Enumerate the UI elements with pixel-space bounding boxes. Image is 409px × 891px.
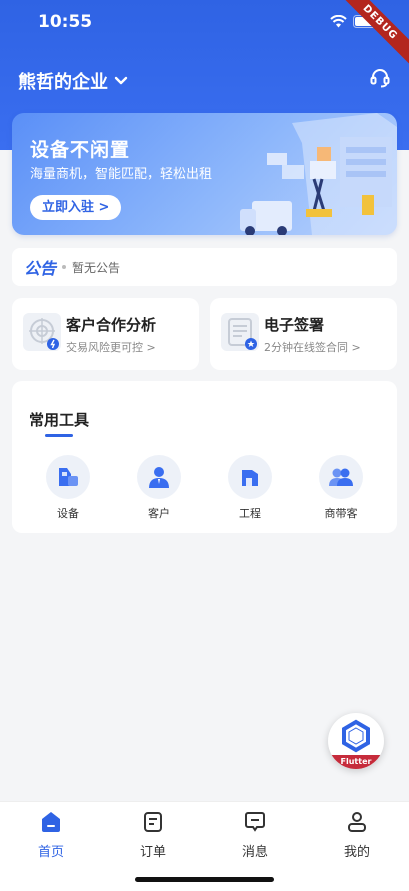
customer-analysis-card[interactable]: 客户合作分析 交易风险更可控 > xyxy=(12,298,199,370)
status-time: 10:55 xyxy=(38,12,93,32)
company-selector[interactable]: 熊哲的企业 xyxy=(18,68,128,94)
tool-customer[interactable]: 客户 xyxy=(124,455,194,521)
warehouse-illustration xyxy=(240,113,397,235)
profile-icon xyxy=(348,812,366,832)
tool-equipment[interactable]: 设备 xyxy=(33,455,103,521)
promo-banner[interactable]: 设备不闲置 海量商机，智能匹配，轻松出租 立即入驻 > xyxy=(12,113,397,235)
flutter-label: Flutter xyxy=(328,755,384,769)
flutter-logo-icon xyxy=(342,719,370,753)
tool-project[interactable]: 工程 xyxy=(215,455,285,521)
customer-service-icon[interactable] xyxy=(369,67,391,93)
tab-label: 订单 xyxy=(139,845,166,860)
order-icon xyxy=(144,812,162,832)
tools-title-underline xyxy=(45,434,73,437)
banner-subtitle: 海量商机，智能匹配，轻松出租 xyxy=(30,167,213,182)
home-icon xyxy=(42,812,60,832)
company-name: 熊哲的企业 xyxy=(18,72,108,93)
tool-label: 商带客 xyxy=(324,507,358,520)
card-title: 客户合作分析 xyxy=(66,316,157,334)
tool-label: 工程 xyxy=(239,507,261,520)
common-tools-panel: 常用工具 设备 客户 工程 商带客 xyxy=(12,381,397,533)
tool-merchant-referral[interactable]: 商带客 xyxy=(306,455,376,521)
announcement-logo: 公告 xyxy=(24,259,57,278)
separator-dot xyxy=(62,265,67,269)
tab-messages[interactable]: 消息 xyxy=(220,810,290,860)
tab-label: 我的 xyxy=(343,845,370,860)
flutter-inspector-button[interactable]: Flutter xyxy=(328,713,384,769)
tools-title: 常用工具 xyxy=(29,411,90,429)
announcement-bar[interactable]: 公告 暂无公告 xyxy=(12,248,397,286)
banner-title: 设备不闲置 xyxy=(30,139,131,161)
project-icon xyxy=(228,455,272,499)
contract-icon xyxy=(221,313,259,351)
customer-icon xyxy=(137,455,181,499)
tab-orders[interactable]: 订单 xyxy=(118,810,188,860)
tool-label: 客户 xyxy=(148,507,170,520)
equipment-icon xyxy=(46,455,90,499)
card-title: 电子签署 xyxy=(264,316,325,334)
chevron-down-icon xyxy=(114,76,128,85)
radar-icon xyxy=(23,313,61,351)
tool-label: 设备 xyxy=(57,507,79,520)
tab-label: 消息 xyxy=(241,845,268,860)
card-subtitle: 2分钟在线签合同 > xyxy=(264,341,361,354)
home-indicator xyxy=(135,877,274,882)
wifi-icon xyxy=(330,15,347,28)
status-bar: 10:55 xyxy=(0,0,409,46)
e-signature-card[interactable]: 电子签署 2分钟在线签合同 > xyxy=(210,298,397,370)
card-subtitle: 交易风险更可控 > xyxy=(66,341,156,354)
tab-profile[interactable]: 我的 xyxy=(322,810,392,860)
merchant-referral-icon xyxy=(319,455,363,499)
tab-home[interactable]: 首页 xyxy=(16,810,86,860)
announcement-text: 暂无公告 xyxy=(72,260,121,275)
message-icon xyxy=(245,812,265,832)
tab-label: 首页 xyxy=(37,845,64,860)
join-now-button[interactable]: 立即入驻 > xyxy=(30,195,122,220)
